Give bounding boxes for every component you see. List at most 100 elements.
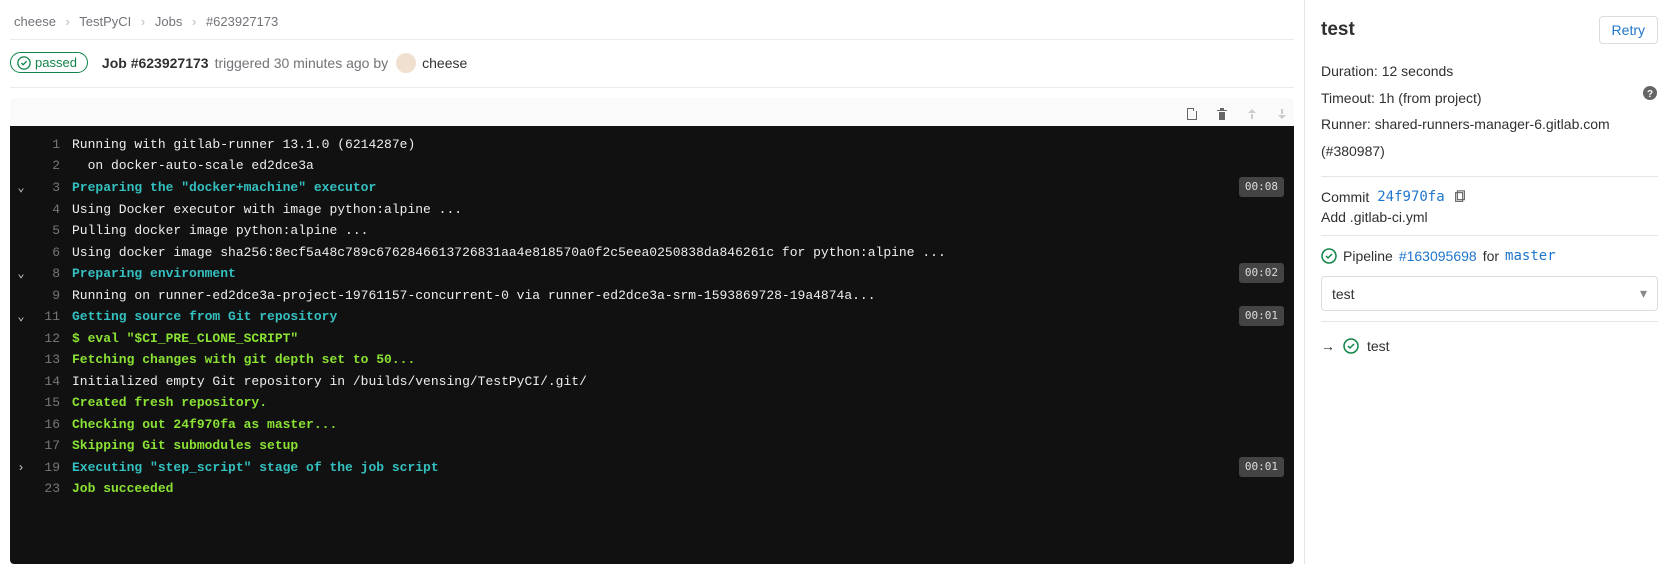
pipeline-for: for: [1483, 248, 1499, 264]
chevron-down-icon[interactable]: ⌄: [17, 265, 24, 285]
log-text: Skipping Git submodules setup: [72, 435, 298, 456]
log-text: Using docker image sha256:8ecf5a48c789c6…: [72, 242, 946, 263]
log-line: 4Using Docker executor with image python…: [10, 199, 1294, 220]
branch-link[interactable]: master: [1505, 248, 1556, 264]
log-text: Running on runner-ed2dce3a-project-19761…: [72, 285, 876, 306]
line-number[interactable]: 13: [32, 349, 72, 370]
chevron-down-icon[interactable]: ⌄: [17, 308, 24, 328]
log-line: ⌄ 11Getting source from Git repository 00:…: [10, 306, 1294, 328]
line-number[interactable]: 17: [32, 435, 72, 456]
chevron-down-icon[interactable]: ⌄: [17, 179, 24, 199]
job-log[interactable]: 1Running with gitlab-runner 13.1.0 (6214…: [10, 126, 1294, 564]
current-job-name: test: [1367, 338, 1390, 354]
duration-value: 12 seconds: [1382, 63, 1454, 79]
page-title: test: [1321, 19, 1355, 41]
log-line: 12$ eval "$CI_PRE_CLONE_SCRIPT": [10, 328, 1294, 349]
triggered-text: triggered 30 minutes ago by: [215, 55, 389, 71]
line-number[interactable]: 16: [32, 414, 72, 435]
runner-label: Runner:: [1321, 116, 1371, 132]
job-sidebar: test Retry Duration: 12 seconds Timeout:…: [1304, 0, 1674, 564]
log-line: ⌄ 3Preparing the "docker+machine" executo…: [10, 177, 1294, 199]
log-text: Initialized empty Git repository in /bui…: [72, 371, 587, 392]
section-duration: 00:01: [1239, 306, 1284, 326]
line-number[interactable]: 3: [32, 177, 72, 198]
line-number[interactable]: 11: [32, 306, 72, 327]
log-line: 23Job succeeded: [10, 478, 1294, 499]
log-text: Running with gitlab-runner 13.1.0 (62142…: [72, 134, 415, 155]
commit-message: Add .gitlab-ci.yml: [1321, 209, 1658, 225]
log-text: Job succeeded: [72, 478, 173, 499]
help-icon[interactable]: ?: [1642, 85, 1658, 101]
pipeline-link[interactable]: #163095698: [1399, 248, 1477, 264]
log-text: Checking out 24f970fa as master...: [72, 414, 337, 435]
chevron-right-icon: ›: [192, 14, 196, 29]
status-badge: passed: [10, 52, 88, 73]
chevron-right-icon[interactable]: ›: [17, 459, 24, 479]
log-text: Pulling docker image python:alpine ...: [72, 220, 368, 241]
duration-label: Duration:: [1321, 63, 1378, 79]
breadcrumb: cheese › TestPyCI › Jobs › #623927173: [10, 10, 1294, 39]
scroll-up-icon: [1244, 106, 1260, 122]
stage-select-value: test: [1332, 286, 1355, 302]
trash-icon[interactable]: [1214, 106, 1230, 122]
log-text: Preparing the "docker+machine" executor: [72, 177, 376, 198]
breadcrumb-item[interactable]: Jobs: [155, 14, 182, 29]
log-toolbar: [10, 98, 1294, 126]
log-text: $ eval "$CI_PRE_CLONE_SCRIPT": [72, 328, 298, 349]
stage-select[interactable]: test ▾: [1321, 276, 1658, 311]
line-number[interactable]: 9: [32, 285, 72, 306]
line-number[interactable]: 5: [32, 220, 72, 241]
log-line: 9Running on runner-ed2dce3a-project-1976…: [10, 285, 1294, 306]
svg-text:?: ?: [1647, 89, 1653, 100]
log-text: Getting source from Git repository: [72, 306, 337, 327]
log-line: 6Using docker image sha256:8ecf5a48c789c…: [10, 242, 1294, 263]
log-text: on docker-auto-scale ed2dce3a: [72, 155, 314, 176]
breadcrumb-item[interactable]: #623927173: [206, 14, 278, 29]
raw-log-icon[interactable]: [1184, 106, 1200, 122]
check-circle-icon: [1343, 338, 1359, 354]
scroll-down-icon: [1274, 106, 1290, 122]
chevron-right-icon: ›: [141, 14, 145, 29]
line-number[interactable]: 4: [32, 199, 72, 220]
log-text: Created fresh repository.: [72, 392, 267, 413]
line-number[interactable]: 8: [32, 263, 72, 284]
section-duration: 00:08: [1239, 177, 1284, 197]
job-header: passed Job #623927173 triggered 30 minut…: [10, 39, 1294, 88]
log-line: 17Skipping Git submodules setup: [10, 435, 1294, 456]
breadcrumb-item[interactable]: cheese: [14, 14, 56, 29]
copy-icon[interactable]: [1453, 190, 1467, 204]
log-line: 5Pulling docker image python:alpine ...: [10, 220, 1294, 241]
log-line: 2 on docker-auto-scale ed2dce3a: [10, 155, 1294, 176]
check-circle-icon: [1321, 248, 1337, 264]
check-circle-icon: [17, 56, 31, 70]
chevron-down-icon: ▾: [1640, 285, 1647, 302]
log-line: 13Fetching changes with git depth set to…: [10, 349, 1294, 370]
user-link[interactable]: cheese: [422, 55, 467, 71]
line-number[interactable]: 2: [32, 155, 72, 176]
log-text: Using Docker executor with image python:…: [72, 199, 462, 220]
log-text: Preparing environment: [72, 263, 236, 284]
line-number[interactable]: 14: [32, 371, 72, 392]
section-duration: 00:01: [1239, 457, 1284, 477]
job-id: Job #623927173: [102, 55, 209, 71]
log-text: Fetching changes with git depth set to 5…: [72, 349, 415, 370]
line-number[interactable]: 12: [32, 328, 72, 349]
log-text: Executing "step_script" stage of the job…: [72, 457, 439, 478]
commit-sha-link[interactable]: 24f970fa: [1377, 189, 1444, 205]
section-duration: 00:02: [1239, 263, 1284, 283]
line-number[interactable]: 19: [32, 457, 72, 478]
line-number[interactable]: 1: [32, 134, 72, 155]
chevron-right-icon: ›: [66, 14, 70, 29]
timeout-label: Timeout:: [1321, 90, 1375, 106]
pipeline-label: Pipeline: [1343, 248, 1393, 264]
line-number[interactable]: 23: [32, 478, 72, 499]
current-job-row[interactable]: → test: [1321, 338, 1658, 354]
line-number[interactable]: 15: [32, 392, 72, 413]
log-line: 1Running with gitlab-runner 13.1.0 (6214…: [10, 134, 1294, 155]
job-meta: Duration: 12 seconds Timeout: 1h (from p…: [1321, 58, 1658, 164]
log-line: ⌄ 8Preparing environment 00:02: [10, 263, 1294, 285]
avatar[interactable]: [396, 53, 416, 73]
line-number[interactable]: 6: [32, 242, 72, 263]
retry-button[interactable]: Retry: [1599, 16, 1658, 44]
breadcrumb-item[interactable]: TestPyCI: [79, 14, 131, 29]
